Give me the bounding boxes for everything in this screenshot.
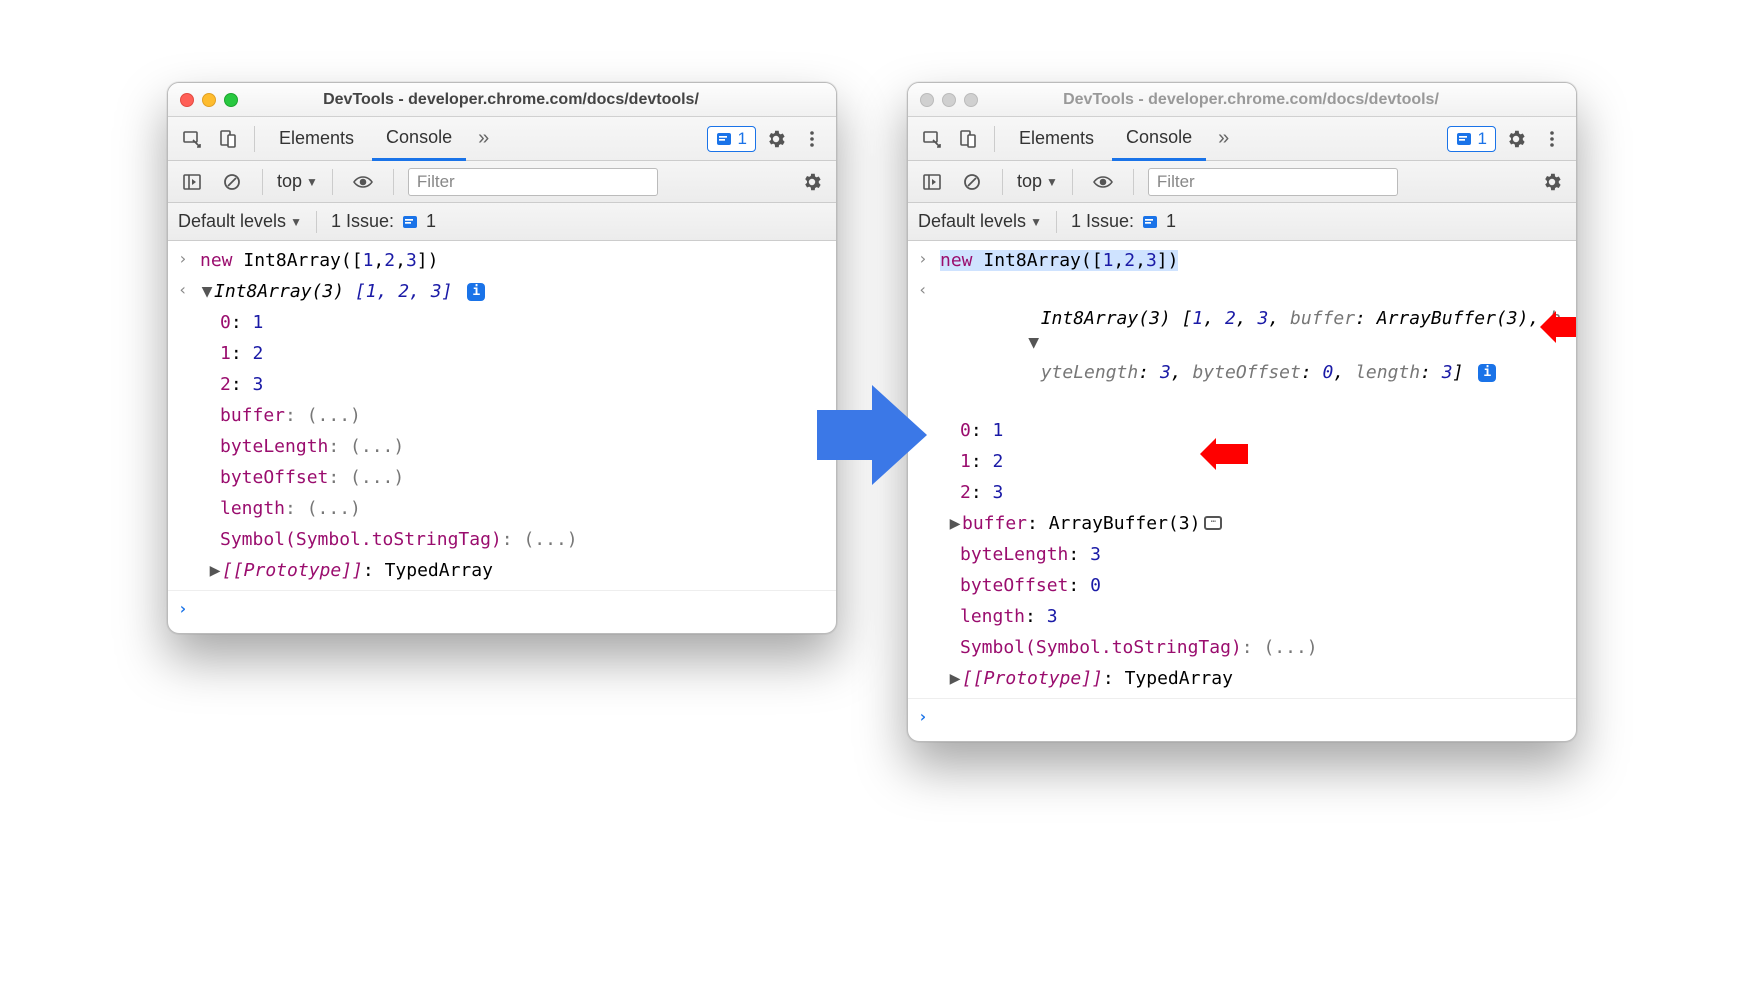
sidebar-toggle-icon[interactable] bbox=[176, 166, 208, 198]
live-expr-icon[interactable] bbox=[347, 166, 379, 198]
prop-row[interactable]: 0: 1 bbox=[960, 417, 1566, 444]
prop-row[interactable]: Symbol(Symbol.toStringTag): (...) bbox=[960, 634, 1566, 661]
console-toolbar: top▼ Filter bbox=[908, 161, 1576, 203]
console-output: ›new Int8Array([1,2,3]) ‹ ▼Int8Array(3) … bbox=[908, 241, 1576, 741]
prop-row[interactable]: 1: 2 bbox=[960, 448, 1566, 475]
tab-bar: Elements Console » 1 bbox=[168, 117, 836, 161]
filter-input[interactable]: Filter bbox=[408, 168, 658, 196]
inspect-icon[interactable] bbox=[916, 123, 948, 155]
levels-selector[interactable]: Default levels ▼ bbox=[178, 211, 302, 232]
issues-pill-count: 1 bbox=[738, 129, 747, 149]
prop-row[interactable]: 2: 3 bbox=[220, 371, 826, 398]
titlebar[interactable]: DevTools - developer.chrome.com/docs/dev… bbox=[908, 83, 1576, 117]
device-icon[interactable] bbox=[952, 123, 984, 155]
issues-pill[interactable]: 1 bbox=[1447, 126, 1496, 152]
proto-row[interactable]: ▶[[Prototype]]: TypedArray bbox=[948, 665, 1566, 692]
tab-bar: Elements Console » 1 bbox=[908, 117, 1576, 161]
prop-row[interactable]: 1: 2 bbox=[220, 340, 826, 367]
prop-row[interactable]: buffer: (...) bbox=[220, 402, 826, 429]
kebab-icon[interactable] bbox=[796, 123, 828, 155]
issues-pill[interactable]: 1 bbox=[707, 126, 756, 152]
console-result-summary[interactable]: ▼Int8Array(3) [1, 2, 3] i bbox=[200, 278, 826, 305]
tab-console[interactable]: Console bbox=[1112, 117, 1206, 161]
more-tabs-icon[interactable]: » bbox=[470, 127, 497, 150]
window-title: DevTools - developer.chrome.com/docs/dev… bbox=[198, 91, 824, 109]
settings-icon[interactable] bbox=[1500, 123, 1532, 155]
filter-input[interactable]: Filter bbox=[1148, 168, 1398, 196]
buffer-row[interactable]: ▶buffer: ArrayBuffer(3)⋯ bbox=[948, 510, 1566, 537]
levels-selector[interactable]: Default levels ▼ bbox=[918, 211, 1042, 232]
info-icon[interactable]: i bbox=[1478, 364, 1496, 382]
close-icon[interactable] bbox=[920, 93, 934, 107]
issues-link[interactable]: 1 Issue: 1 bbox=[331, 211, 436, 232]
console-settings-icon[interactable] bbox=[1536, 166, 1568, 198]
devtools-window-before: DevTools - developer.chrome.com/docs/dev… bbox=[167, 82, 837, 634]
console-result-summary[interactable]: ▼Int8Array(3) [1, 2, 3, buffer: ArrayBuf… bbox=[940, 278, 1566, 413]
prop-row[interactable]: length: (...) bbox=[220, 495, 826, 522]
console-output: ›new Int8Array([1,2,3]) ‹▼Int8Array(3) [… bbox=[168, 241, 836, 633]
prop-row[interactable]: length: 3 bbox=[960, 603, 1566, 630]
annotation-arrow-icon bbox=[1540, 311, 1577, 343]
info-icon[interactable]: i bbox=[467, 283, 485, 301]
prop-row[interactable]: byteLength: (...) bbox=[220, 433, 826, 460]
inspect-icon[interactable] bbox=[176, 123, 208, 155]
transition-arrow-icon bbox=[817, 380, 927, 490]
prop-row[interactable]: byteLength: 3 bbox=[960, 541, 1566, 568]
console-input-line: new Int8Array([1,2,3]) bbox=[940, 247, 1566, 274]
tab-elements[interactable]: Elements bbox=[265, 117, 368, 161]
more-tabs-icon[interactable]: » bbox=[1210, 127, 1237, 150]
close-icon[interactable] bbox=[180, 93, 194, 107]
clear-icon[interactable] bbox=[216, 166, 248, 198]
issues-link[interactable]: 1 Issue: 1 bbox=[1071, 211, 1176, 232]
annotation-arrow-icon bbox=[1200, 438, 1248, 470]
window-title: DevTools - developer.chrome.com/docs/dev… bbox=[938, 91, 1564, 109]
level-bar: Default levels ▼ 1 Issue: 1 bbox=[908, 203, 1576, 241]
issues-pill-count: 1 bbox=[1478, 129, 1487, 149]
prop-row[interactable]: Symbol(Symbol.toStringTag): (...) bbox=[220, 526, 826, 553]
kebab-icon[interactable] bbox=[1536, 123, 1568, 155]
prop-row[interactable]: byteOffset: 0 bbox=[960, 572, 1566, 599]
prop-row[interactable]: 0: 1 bbox=[220, 309, 826, 336]
titlebar[interactable]: DevTools - developer.chrome.com/docs/dev… bbox=[168, 83, 836, 117]
device-icon[interactable] bbox=[212, 123, 244, 155]
console-settings-icon[interactable] bbox=[796, 166, 828, 198]
devtools-window-after: DevTools - developer.chrome.com/docs/dev… bbox=[907, 82, 1577, 742]
prop-row[interactable]: 2: 3 bbox=[960, 479, 1566, 506]
proto-row[interactable]: ▶[[Prototype]]: TypedArray bbox=[208, 557, 826, 584]
settings-icon[interactable] bbox=[760, 123, 792, 155]
context-selector[interactable]: top▼ bbox=[277, 171, 318, 192]
console-input-line: new Int8Array([1,2,3]) bbox=[200, 247, 826, 274]
console-toolbar: top▼ Filter bbox=[168, 161, 836, 203]
sidebar-toggle-icon[interactable] bbox=[916, 166, 948, 198]
prop-row[interactable]: byteOffset: (...) bbox=[220, 464, 826, 491]
tab-elements[interactable]: Elements bbox=[1005, 117, 1108, 161]
context-selector[interactable]: top▼ bbox=[1017, 171, 1058, 192]
clear-icon[interactable] bbox=[956, 166, 988, 198]
live-expr-icon[interactable] bbox=[1087, 166, 1119, 198]
memory-icon[interactable]: ⋯ bbox=[1204, 516, 1222, 530]
tab-console[interactable]: Console bbox=[372, 117, 466, 161]
level-bar: Default levels ▼ 1 Issue: 1 bbox=[168, 203, 836, 241]
